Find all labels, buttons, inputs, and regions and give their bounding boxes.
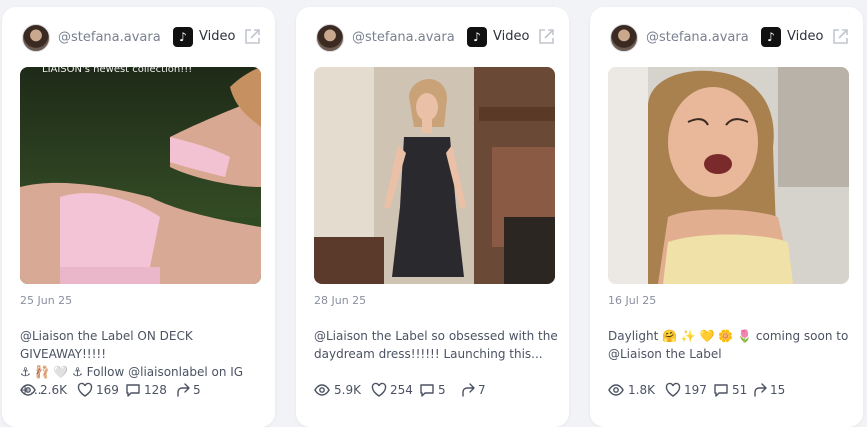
share-icon (754, 383, 767, 397)
share-icon (462, 383, 475, 397)
external-link-icon[interactable] (242, 27, 262, 47)
post-type-label: Video (199, 29, 236, 44)
eye-icon (314, 384, 330, 396)
post-date: 28 Jun 25 (314, 294, 367, 307)
post-date: 25 Jun 25 (20, 294, 73, 307)
post-card[interactable]: @stefana.avara ♪ Video 16 Jul 25 Dayligh… (590, 7, 863, 427)
post-type-label: Video (493, 29, 530, 44)
comments-count: 5 (438, 383, 446, 397)
external-link-icon[interactable] (536, 27, 556, 47)
post-type-label: Video (787, 29, 824, 44)
likes-count: 197 (684, 383, 707, 397)
caption-line: daydream dress!!!!!! Launching this... (314, 347, 543, 361)
post-caption: @Liaison the Label so obsessed with the … (314, 327, 559, 363)
avatar[interactable] (22, 24, 50, 52)
eye-icon (20, 384, 36, 396)
caption-line: @Liaison the Label ON DECK GIVEAWAY!!!!! (20, 329, 193, 361)
caption-line: @Liaison the Label (608, 347, 722, 361)
comment-icon (714, 384, 728, 397)
views-count: 5.9K (334, 383, 361, 397)
external-link-icon[interactable] (830, 27, 850, 47)
likes-count: 169 (96, 383, 119, 397)
comments-count: 128 (144, 383, 167, 397)
comment-icon (420, 384, 434, 397)
post-date: 16 Jul 25 (608, 294, 657, 307)
avatar[interactable] (316, 24, 344, 52)
caption-line: Daylight 🤗 ✨ 💛 🌼 🌷 coming soon to (608, 329, 849, 343)
comment-icon (126, 384, 140, 397)
creator-handle[interactable]: @stefana.avara (646, 30, 749, 45)
avatar[interactable] (610, 24, 638, 52)
heart-icon (371, 382, 387, 397)
views-count: 2.6K (40, 383, 67, 397)
tiktok-icon: ♪ (467, 27, 487, 47)
shares-count: 7 (478, 383, 486, 397)
post-card[interactable]: @stefana.avara ♪ Video 28 Jun 25 @Liaiso… (296, 7, 569, 427)
post-header: @stefana.avara ♪ Video (296, 24, 569, 62)
likes-count: 254 (390, 383, 413, 397)
video-thumbnail[interactable] (608, 67, 849, 284)
post-header: @stefana.avara ♪ Video (590, 24, 863, 62)
video-thumbnail[interactable]: LIAISON's newest collection!!! (20, 67, 261, 284)
video-thumbnail[interactable] (314, 67, 555, 284)
tiktok-icon: ♪ (173, 27, 193, 47)
shares-count: 15 (770, 383, 786, 397)
caption-line: @Liaison the Label so obsessed with the (314, 329, 558, 343)
share-icon (177, 383, 190, 397)
heart-icon (665, 382, 681, 397)
comments-count: 51 (732, 383, 748, 397)
tiktok-icon: ♪ (761, 27, 781, 47)
heart-icon (77, 382, 93, 397)
post-header: @stefana.avara ♪ Video (2, 24, 275, 62)
post-caption: Daylight 🤗 ✨ 💛 🌼 🌷 coming soon to @Liais… (608, 327, 853, 363)
creator-handle[interactable]: @stefana.avara (352, 30, 455, 45)
shares-count: 5 (193, 383, 201, 397)
views-count: 1.8K (628, 383, 655, 397)
thumbnail-overlay-text: LIAISON's newest collection!!! (42, 67, 193, 75)
eye-icon (608, 384, 624, 396)
creator-handle[interactable]: @stefana.avara (58, 30, 161, 45)
post-card[interactable]: @stefana.avara ♪ Video LIAISON's newest … (2, 7, 275, 427)
